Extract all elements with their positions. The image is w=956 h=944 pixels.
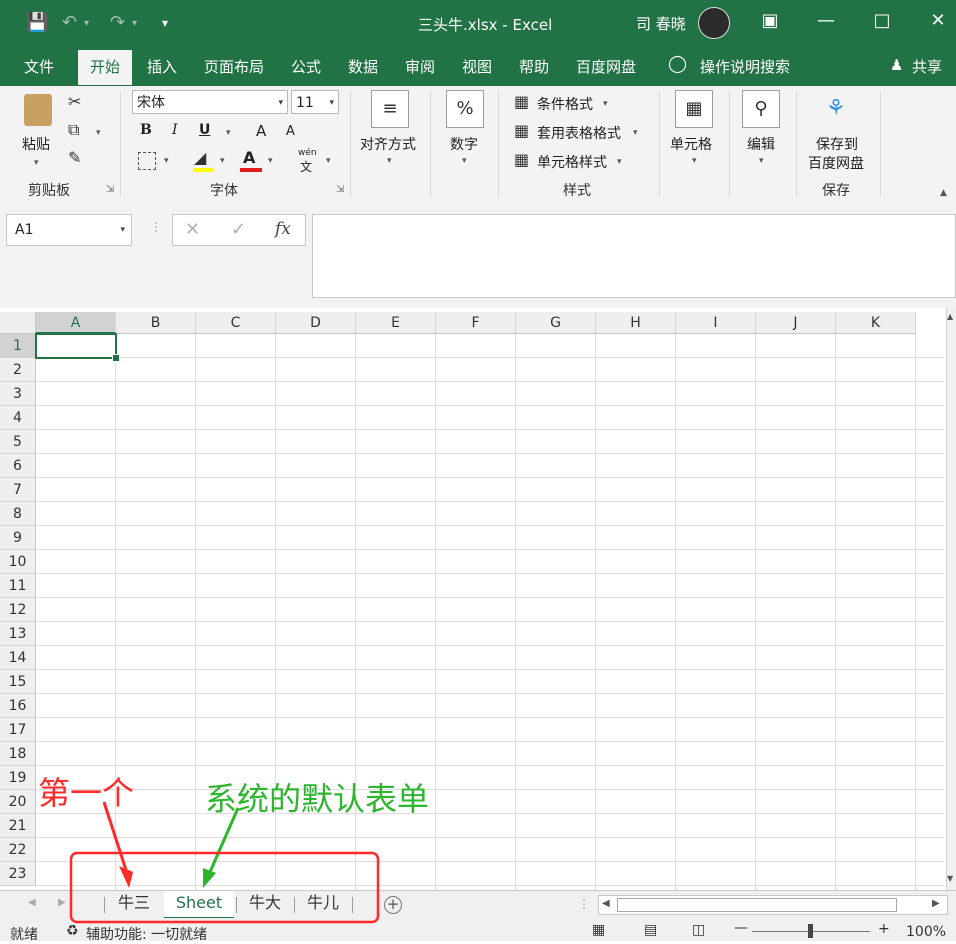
green-arrow-head bbox=[203, 868, 216, 888]
red-arrow-head bbox=[119, 866, 133, 888]
green-arrow-line bbox=[208, 807, 240, 873]
red-arrow-line bbox=[102, 801, 128, 871]
annotation-box bbox=[69, 851, 380, 924]
annotation-arrows bbox=[69, 801, 380, 924]
